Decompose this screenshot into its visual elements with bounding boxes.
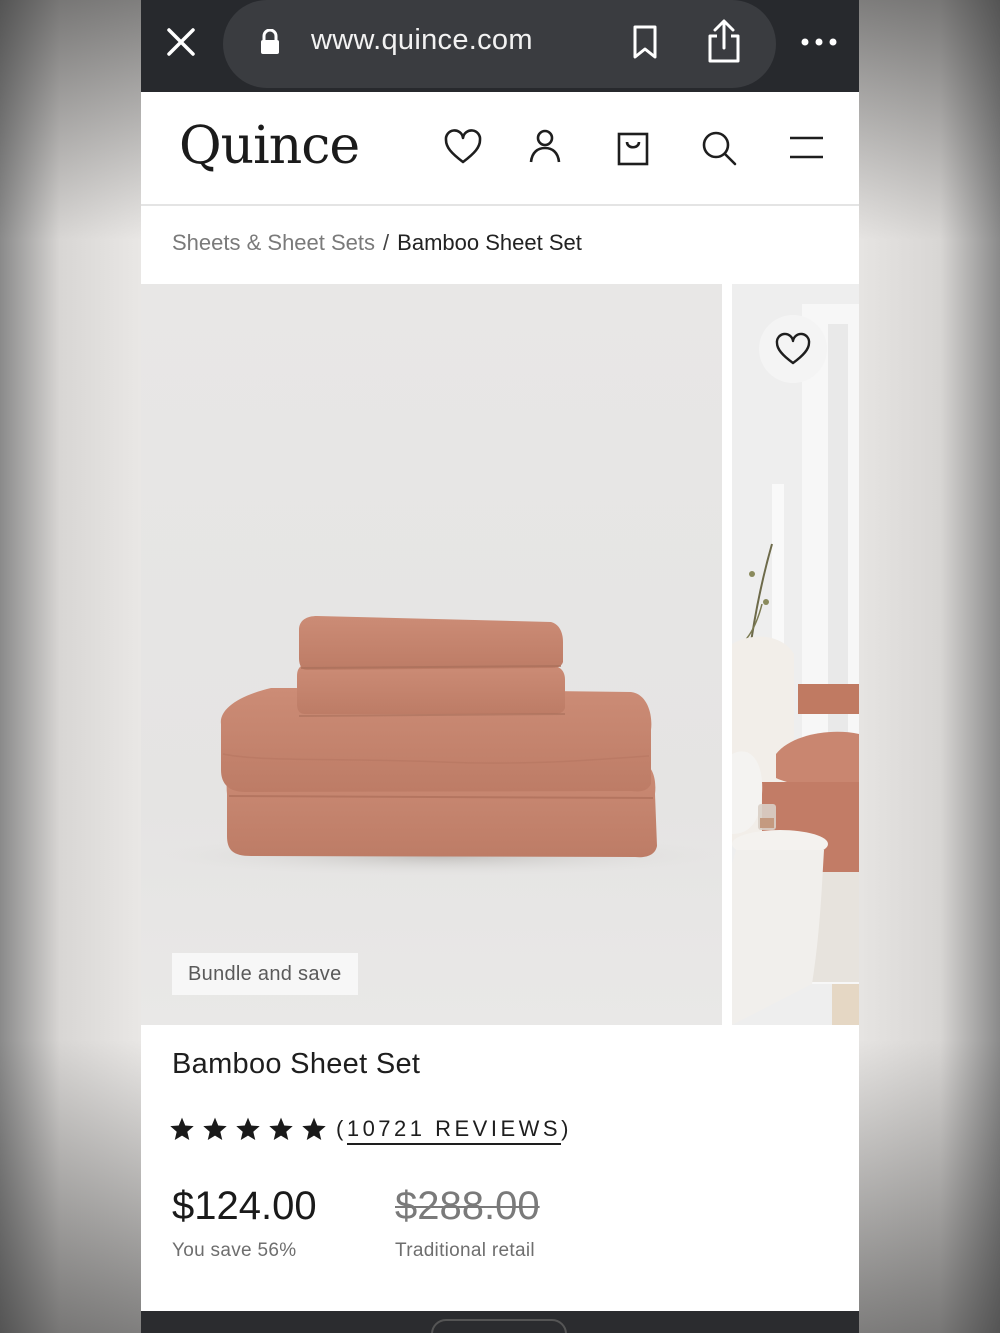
bundle-badge: Bundle and save (172, 953, 358, 995)
phone-screen: www.quince.com Quince Sheets & Sheet Set… (141, 0, 859, 1333)
product-title: Bamboo Sheet Set (172, 1048, 421, 1080)
bookmark-icon[interactable] (631, 24, 659, 60)
favorite-button[interactable] (759, 315, 827, 383)
product-image-secondary[interactable] (732, 284, 859, 1025)
menu-icon[interactable] (787, 128, 827, 168)
product-image-main[interactable]: Bundle and save (141, 284, 722, 1025)
bottom-toolbar (141, 1311, 859, 1333)
bedroom-scene-image (732, 284, 859, 1025)
breadcrumb-parent-link[interactable]: Sheets & Sheet Sets (172, 230, 375, 255)
lock-icon (261, 29, 279, 54)
star-icon (269, 1117, 293, 1141)
cart-icon[interactable] (613, 128, 653, 168)
breadcrumb-current: Bamboo Sheet Set (397, 230, 582, 255)
search-icon[interactable] (699, 128, 739, 168)
reviews-count[interactable]: (10721 REVIEWS) (336, 1116, 572, 1145)
reviews-link[interactable]: 10721 REVIEWS (346, 1116, 562, 1145)
savings-text: You save 56% (172, 1240, 297, 1261)
rating-row[interactable]: (10721 REVIEWS) (169, 1112, 572, 1146)
share-icon[interactable] (705, 18, 743, 64)
close-button[interactable] (163, 24, 199, 60)
retail-price: $288.00 (395, 1184, 540, 1228)
account-icon[interactable] (525, 126, 565, 166)
site-header: Quince (141, 92, 859, 206)
star-icon (170, 1117, 194, 1141)
retail-label: Traditional retail (395, 1240, 535, 1261)
quince-logo[interactable]: Quince (179, 116, 360, 176)
star-icon (203, 1117, 227, 1141)
heart-icon (775, 332, 811, 365)
breadcrumb: Sheets & Sheet Sets / Bamboo Sheet Set (172, 230, 582, 256)
reviews-open-paren: ( (336, 1116, 347, 1141)
browser-toolbar: www.quince.com (141, 0, 859, 92)
sale-price: $124.00 (172, 1184, 317, 1228)
close-icon (167, 28, 195, 56)
more-icon[interactable] (799, 32, 839, 52)
url-text: www.quince.com (311, 24, 533, 56)
folded-sheets-image (141, 616, 722, 878)
star-icon (302, 1117, 326, 1141)
heart-icon[interactable] (443, 128, 483, 168)
star-icon (236, 1117, 260, 1141)
bottom-toolbar-pill[interactable] (431, 1319, 567, 1333)
breadcrumb-separator: / (383, 230, 390, 255)
reviews-close-paren: ) (561, 1116, 572, 1141)
